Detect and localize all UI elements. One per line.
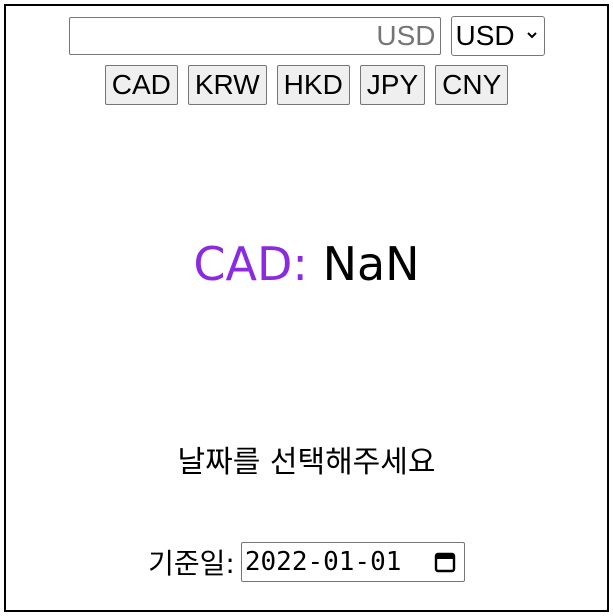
date-input[interactable]: 2022-01-01 (240, 542, 465, 582)
date-label: 기준일: (148, 547, 235, 580)
status-message: 날짜를 선택해주세요 (177, 445, 436, 480)
currency-button-hkd[interactable]: HKD (276, 65, 350, 105)
currency-button-cad[interactable]: CAD (104, 65, 178, 105)
currency-button-jpy[interactable]: JPY (359, 65, 426, 105)
currency-button-krw[interactable]: KRW (187, 65, 267, 105)
conversion-result: CAD: NaN (6, 234, 607, 294)
chevron-down-icon (526, 32, 537, 39)
calendar-icon[interactable] (434, 551, 456, 573)
base-currency-value: USD (455, 20, 515, 51)
currency-button-cny[interactable]: CNY (435, 65, 509, 105)
result-currency-code: CAD: (193, 237, 308, 291)
date-row: 기준일: 2022-01-01 (6, 542, 607, 582)
date-value: 2022-01-01 (244, 547, 402, 577)
amount-input[interactable] (68, 17, 441, 55)
currency-button-row: CAD KRW HKD JPY CNY (6, 65, 607, 105)
amount-row: USD (6, 16, 607, 56)
app-frame: USD CAD KRW HKD JPY CNY CAD: NaN 날짜를 선택해… (4, 4, 609, 612)
result-value: NaN (322, 237, 420, 291)
base-currency-select[interactable]: USD (450, 16, 545, 56)
